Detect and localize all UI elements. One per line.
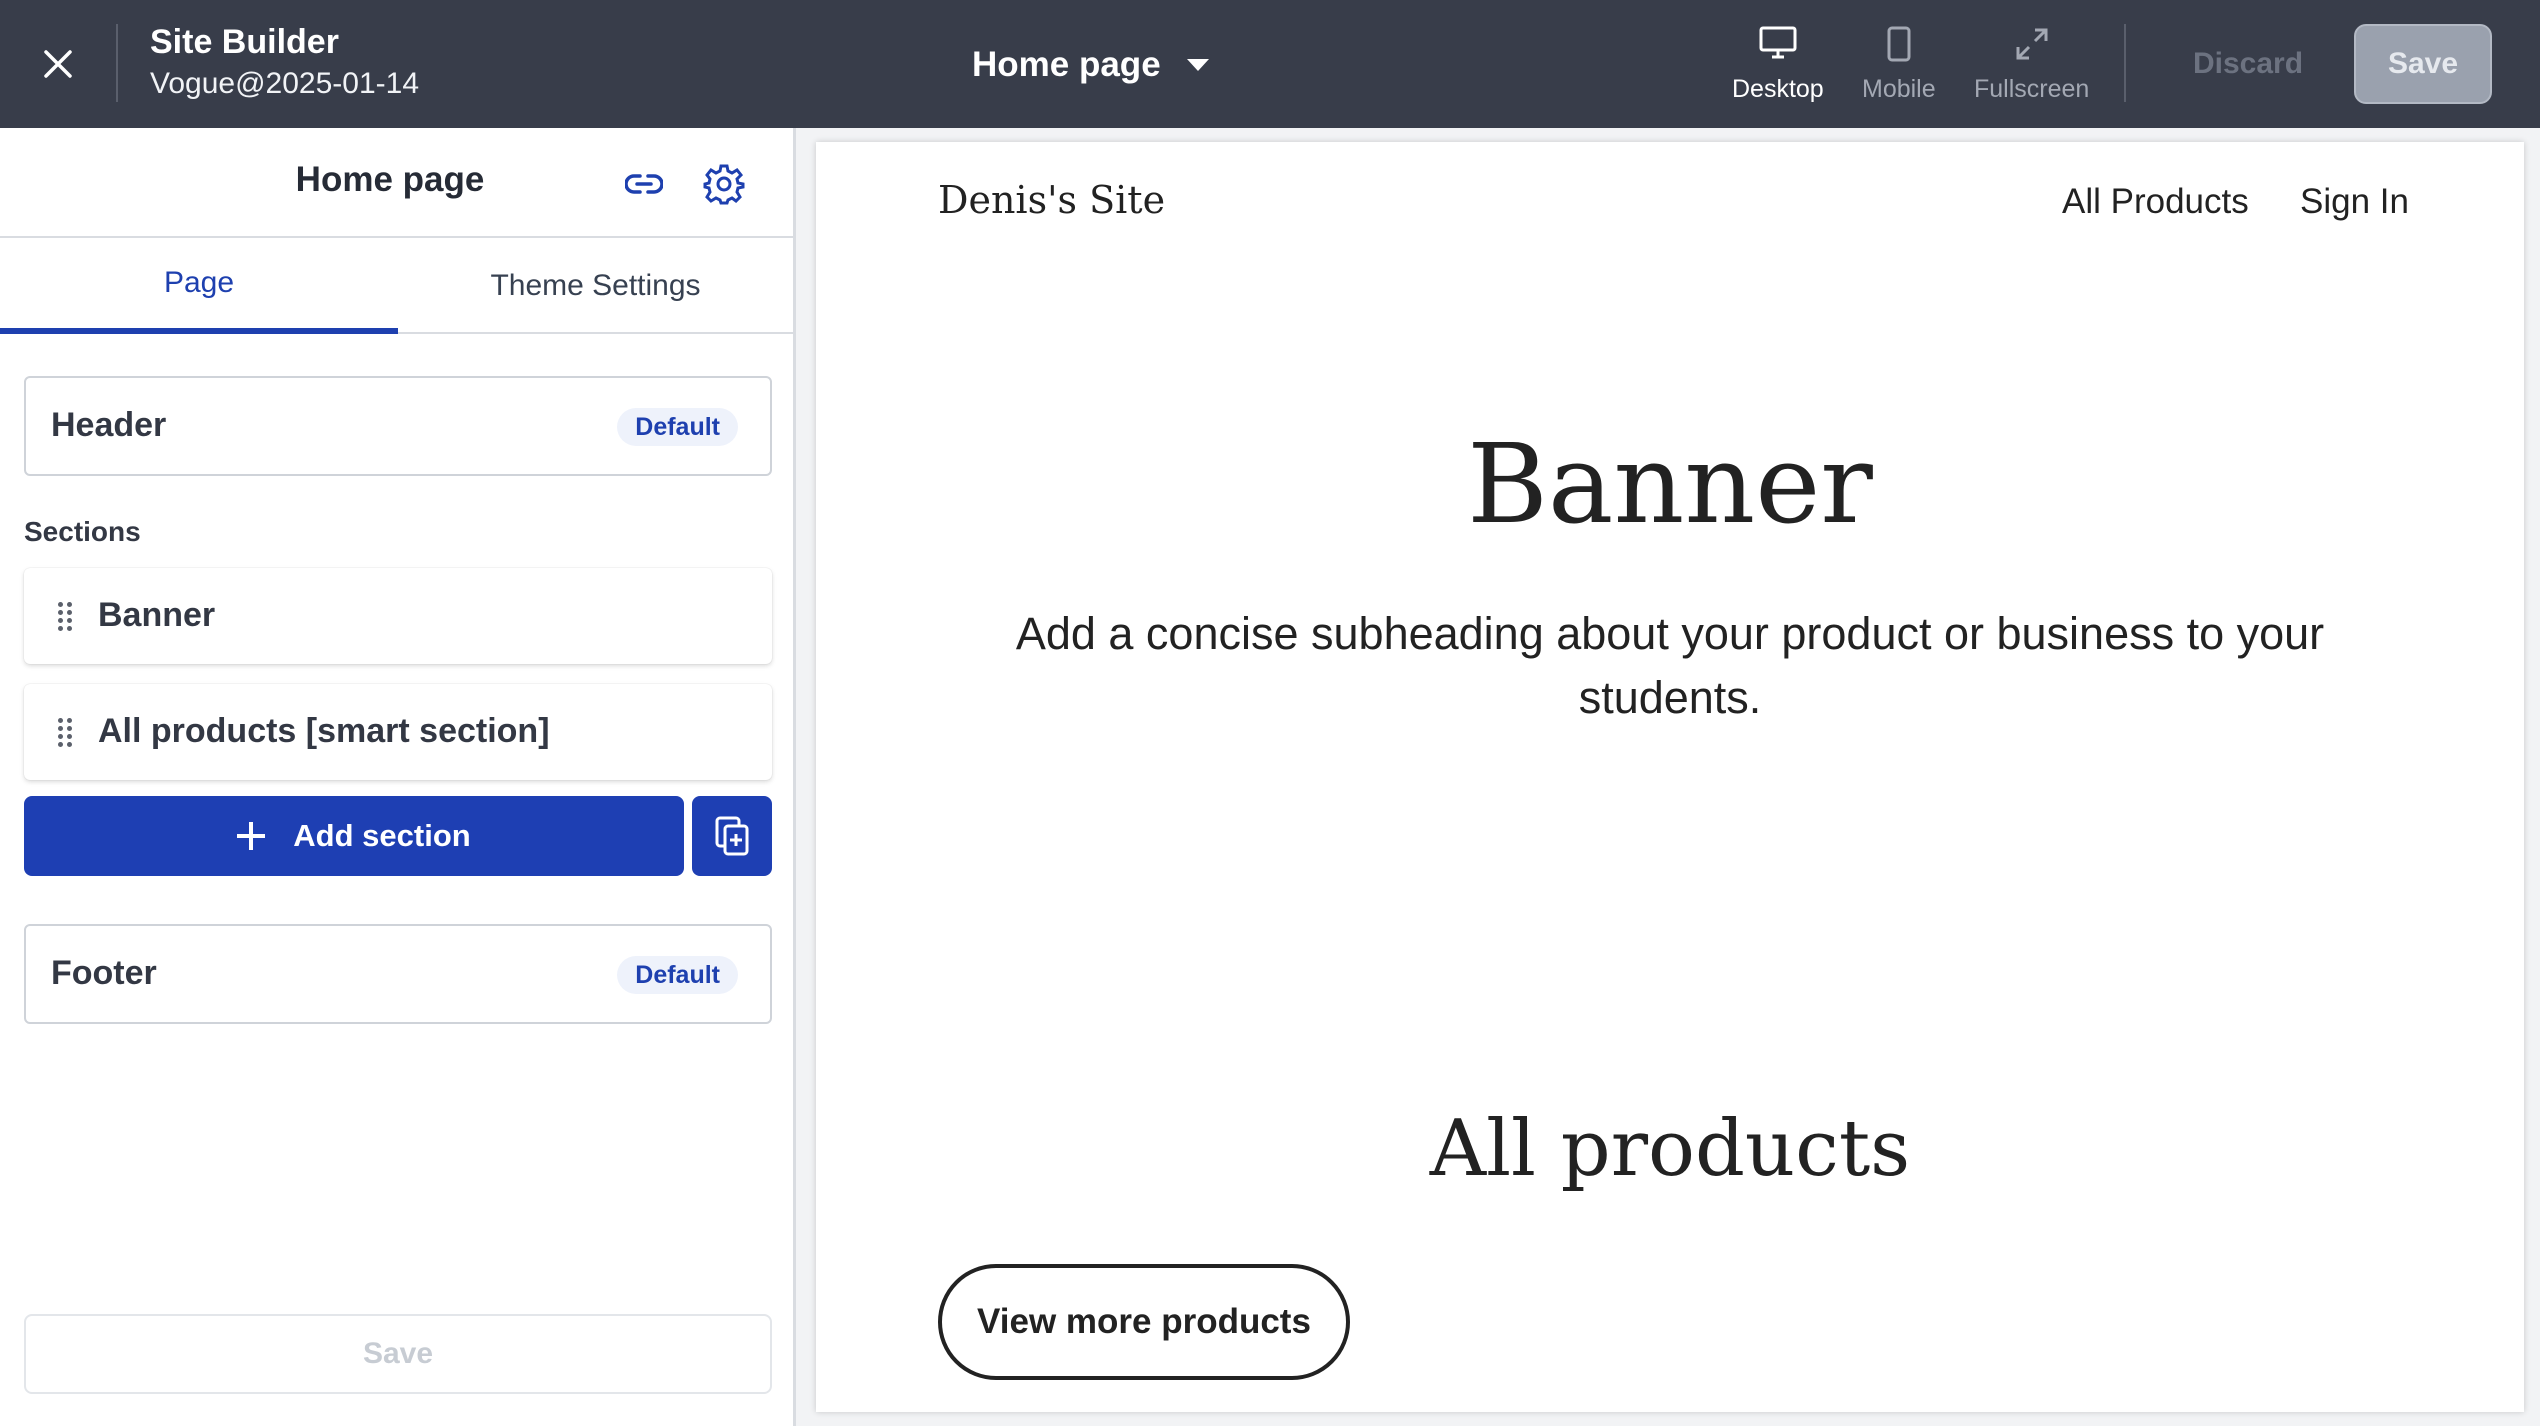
page-selector-label: Home page	[972, 45, 1161, 84]
section-item-banner[interactable]: Banner	[24, 568, 772, 664]
phone-icon	[1887, 26, 1911, 62]
section-item-label: Banner	[98, 596, 216, 634]
sidebar-tabs: Page Theme Settings	[0, 238, 793, 334]
add-section-button[interactable]: Add section	[24, 796, 684, 876]
sections-heading: Sections	[24, 516, 141, 547]
tab-page[interactable]: Page	[0, 238, 398, 334]
monitor-icon	[1759, 26, 1797, 59]
divider	[2124, 24, 2126, 102]
expand-icon	[2016, 28, 2048, 60]
settings-button[interactable]	[698, 158, 750, 210]
default-badge: Default	[617, 408, 738, 446]
divider	[116, 24, 118, 102]
header-card[interactable]: Header Default	[24, 376, 772, 476]
drag-handle-icon[interactable]	[58, 602, 72, 631]
page-selector[interactable]: Home page	[972, 38, 1209, 92]
view-desktop-button[interactable]: Desktop	[1732, 26, 1824, 104]
header-card-label: Header	[51, 406, 167, 444]
nav-link-all-products[interactable]: All Products	[2062, 182, 2249, 222]
app-title: Site Builder	[150, 23, 339, 61]
banner-subtitle: Add a concise subheading about your prod…	[1015, 608, 2325, 723]
plus-icon	[237, 822, 266, 850]
view-desktop-label: Desktop	[1732, 75, 1824, 103]
add-from-template-button[interactable]	[692, 796, 772, 876]
drag-handle-icon[interactable]	[58, 718, 72, 747]
nav-link-sign-in[interactable]: Sign In	[2300, 182, 2409, 222]
link-icon	[625, 174, 663, 194]
view-mobile-button[interactable]: Mobile	[1862, 26, 1936, 104]
close-icon	[44, 50, 72, 78]
banner-title: Banner	[1467, 420, 1873, 548]
section-item-label: All products [smart section]	[98, 712, 550, 750]
products-title: All products	[1429, 1104, 1911, 1194]
sidebar: Home page Page Theme Settings Header Def…	[0, 128, 796, 1426]
save-button[interactable]: Save	[2354, 24, 2492, 104]
site-name[interactable]: Denis's Site	[938, 178, 1165, 222]
view-fullscreen-label: Fullscreen	[1974, 75, 2090, 103]
link-button[interactable]	[618, 158, 670, 210]
site-preview: Denis's Site All Products Sign In Banner…	[816, 142, 2524, 1412]
view-more-products-button[interactable]: View more products	[938, 1264, 1350, 1380]
site-version: Vogue@2025-01-14	[150, 67, 420, 100]
footer-card[interactable]: Footer Default	[24, 924, 772, 1024]
tab-theme-settings[interactable]: Theme Settings	[398, 238, 793, 334]
gear-icon	[703, 164, 745, 205]
default-badge: Default	[617, 956, 738, 994]
copy-add-icon	[715, 816, 749, 856]
view-fullscreen-button[interactable]: Fullscreen	[1974, 26, 2089, 104]
close-button[interactable]	[22, 22, 94, 106]
caret-down-icon	[1186, 59, 1209, 71]
discard-button[interactable]: Discard	[2170, 26, 2326, 102]
footer-card-label: Footer	[51, 954, 157, 992]
top-bar: Site Builder Vogue@2025-01-14 Home page …	[0, 0, 2540, 128]
add-section-label: Add section	[293, 818, 471, 853]
sidebar-header: Home page	[0, 128, 793, 238]
sidebar-save-button[interactable]: Save	[24, 1314, 772, 1394]
view-mobile-label: Mobile	[1862, 75, 1936, 103]
section-item-all-products[interactable]: All products [smart section]	[24, 684, 772, 780]
